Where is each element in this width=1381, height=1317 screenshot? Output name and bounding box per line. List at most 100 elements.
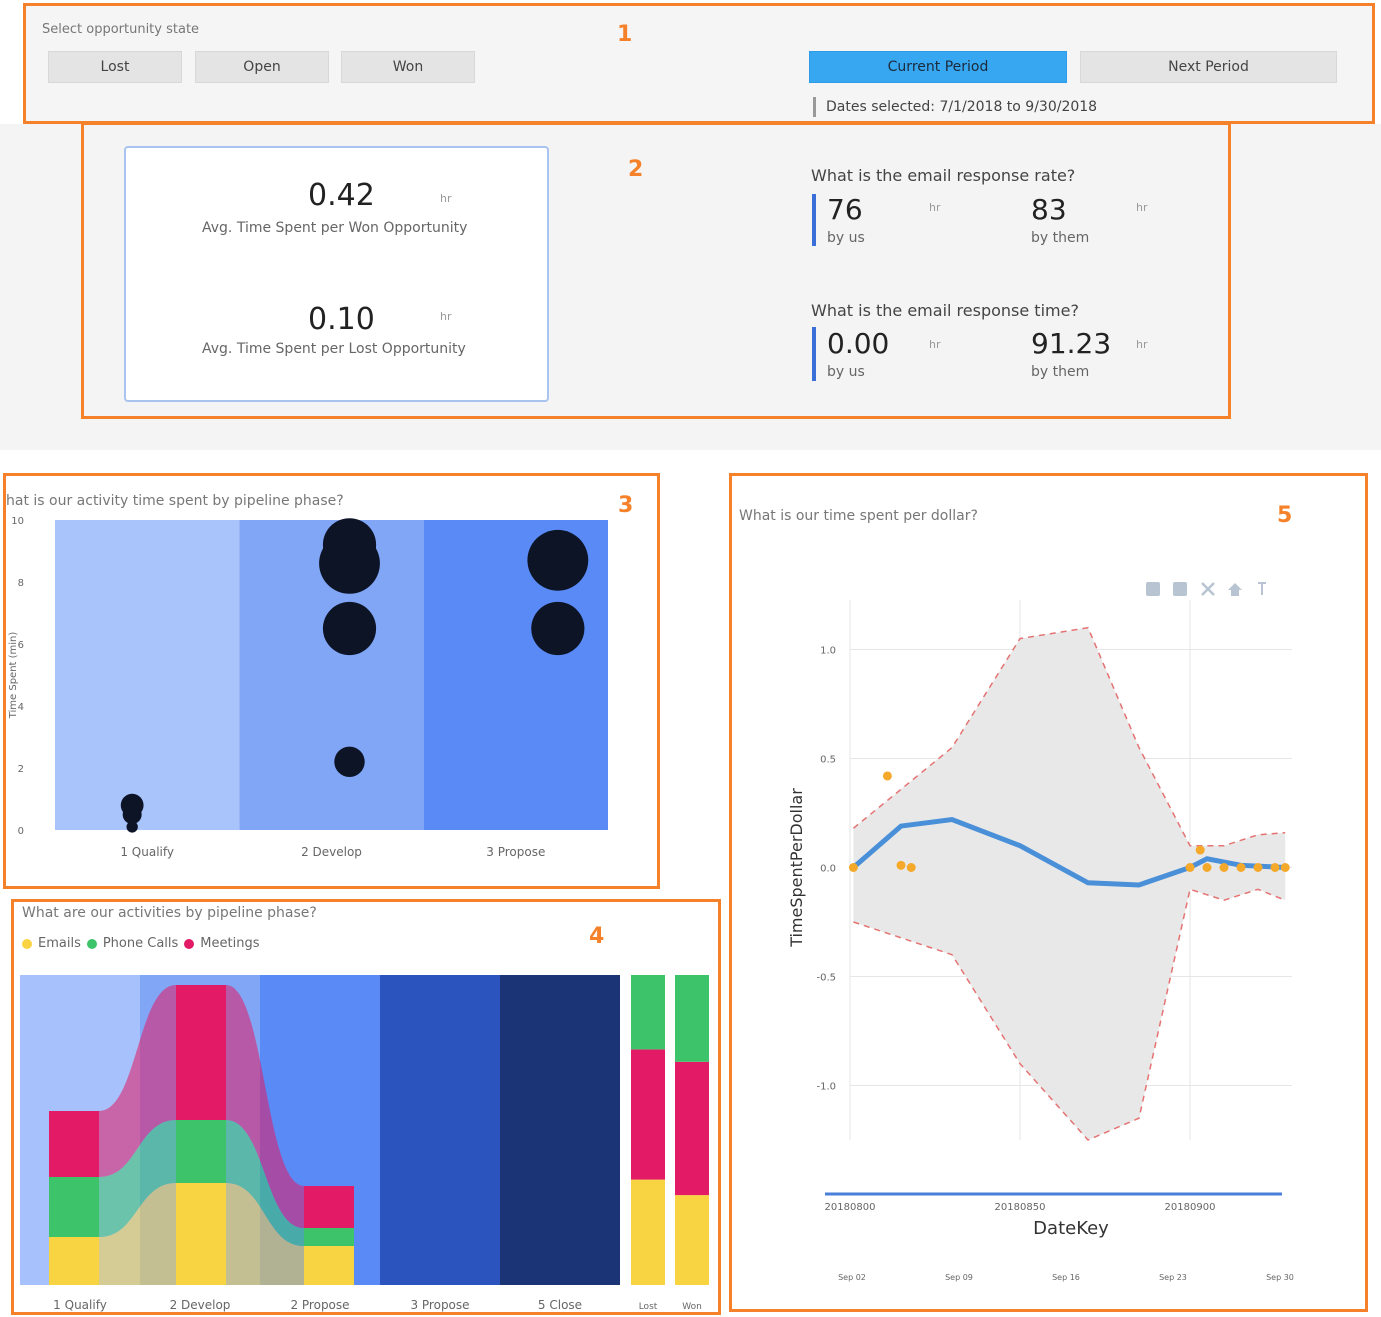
y-tick-label: 1.0	[820, 646, 836, 657]
response-time-them-unit: hr	[1136, 338, 1148, 351]
outcome-bar-segment	[631, 975, 665, 1050]
response-time-them-value: 91.23	[1031, 327, 1112, 360]
phase-label: 1 Qualify	[53, 1298, 107, 1312]
legend-meetings-label: Meetings	[200, 936, 260, 951]
x-tick-label: 20180850	[995, 1202, 1046, 1213]
response-rate-bar	[812, 194, 816, 246]
legend-emails-swatch	[22, 938, 32, 949]
range-slider-tick: Sep 16	[1052, 1273, 1080, 1282]
data-point	[1270, 863, 1280, 872]
data-point	[896, 860, 906, 870]
callout-label-5: 5	[1277, 503, 1293, 528]
response-rate-them-label: by them	[1031, 230, 1090, 246]
response-rate-us-label: by us	[827, 230, 865, 246]
callout-label-4: 4	[589, 924, 605, 949]
data-point	[1195, 845, 1205, 855]
activity-bar-segment	[176, 1120, 226, 1183]
activity-bar-segment	[49, 1237, 99, 1285]
dates-selected-text: Dates selected: 7/1/2018 to 9/30/2018	[826, 99, 1098, 115]
y-tick-label: -1.0	[816, 1082, 836, 1093]
response-time-us-label: by us	[827, 364, 865, 380]
lost-kpi-label: Avg. Time Spent per Lost Opportunity	[202, 341, 466, 357]
data-point	[1236, 863, 1246, 872]
activity-time-chart: 1 Qualify 2 Develop 3 Propose0246810Time S…	[8, 516, 608, 859]
outcome-bar-segment	[631, 1049, 665, 1180]
callout-label-2: 2	[628, 157, 644, 182]
won-kpi-label: Avg. Time Spent per Won Opportunity	[202, 220, 468, 236]
state-button-won[interactable]: Won	[341, 51, 475, 83]
response-time-us-unit: hr	[929, 338, 941, 351]
legend-meetings-swatch	[184, 938, 195, 949]
response-time-question: What is the email response time?	[811, 301, 1079, 320]
data-point	[1253, 863, 1263, 872]
response-time-them-label: by them	[1031, 364, 1090, 380]
y-axis-label: Time Spent (min)	[8, 632, 19, 720]
activity-bar-segment	[49, 1111, 99, 1177]
activity-bar-segment	[176, 1183, 226, 1285]
state-button-open[interactable]: Open	[195, 51, 329, 83]
confidence-band	[853, 627, 1286, 1140]
phase-column	[500, 975, 620, 1285]
activity-bar-segment	[304, 1186, 354, 1228]
outcome-bar-segment	[675, 975, 709, 1062]
phase-band	[55, 520, 240, 830]
current-period-button[interactable]: Current Period	[809, 51, 1067, 83]
outcome-label: Won	[682, 1302, 702, 1312]
response-rate-them-value: 83	[1031, 193, 1067, 226]
range-slider-tick: Sep 23	[1159, 1273, 1187, 1282]
phase-label: 5 Close	[538, 1298, 582, 1312]
zoom-in-icon	[1146, 582, 1160, 596]
bubble-point	[322, 601, 377, 656]
bubble-point	[322, 518, 377, 572]
activities-chart-title: What are our activities by pipeline phas…	[22, 905, 317, 921]
outcome-bar-segment	[631, 1179, 665, 1285]
data-point	[1202, 863, 1212, 872]
response-rate-us-unit: hr	[929, 201, 941, 214]
activity-time-chart-title: hat is our activity time spent by pipeli…	[6, 493, 344, 509]
x-tick-label: 1 Qualify	[120, 845, 174, 859]
autoscale-icon	[1201, 582, 1215, 596]
phase-label: 3 Propose	[410, 1298, 469, 1312]
activities-legend: Emails Phone Calls Meetings	[22, 936, 259, 951]
phase-label: 2 Propose	[290, 1298, 349, 1312]
data-point	[848, 863, 858, 872]
bubble-point	[334, 746, 365, 777]
x-tick-label: 2 Develop	[301, 845, 362, 859]
outcome-bar-segment	[675, 1195, 709, 1285]
state-button-lost[interactable]: Lost	[48, 51, 182, 83]
callout-label-1: 1	[617, 22, 633, 47]
zoom-out-icon	[1173, 582, 1187, 596]
range-slider-tick: Sep 02	[838, 1273, 866, 1282]
data-point	[1185, 863, 1195, 872]
home-icon	[1228, 583, 1242, 596]
won-kpi-value: 0.42	[308, 178, 375, 213]
time-per-dollar-title: What is our time spent per dollar?	[739, 508, 978, 524]
y-tick-label: 8	[18, 578, 24, 589]
y-tick-label: 10	[11, 516, 24, 527]
activities-chart: 1 Qualify 2 Develop 2 Propose 3 Propose 5 Cl…	[20, 975, 709, 1312]
x-axis-label: DateKey	[1033, 1218, 1109, 1239]
legend-phone-calls-swatch	[86, 938, 97, 949]
y-tick-label: 0.5	[820, 755, 836, 766]
data-point	[882, 771, 892, 781]
range-slider-tick: Sep 30	[1266, 1273, 1294, 1282]
response-rate-question: What is the email response rate?	[811, 166, 1076, 185]
y-tick-label: -0.5	[816, 973, 836, 984]
response-rate-them-unit: hr	[1136, 201, 1148, 214]
y-axis-label: TimeSpentPerDollar	[787, 788, 806, 948]
bubble-point	[531, 601, 585, 656]
bubble-point	[527, 529, 589, 591]
won-kpi-unit: hr	[440, 192, 452, 205]
x-tick-label: 20180800	[825, 1202, 876, 1213]
legend-phone-calls-label: Phone Calls	[102, 936, 179, 951]
response-time-bar	[812, 327, 816, 381]
logo-icon	[1258, 582, 1266, 595]
lost-kpi-unit: hr	[440, 310, 452, 323]
bubble-point	[120, 793, 144, 817]
opportunity-state-label: Select opportunity state	[42, 22, 200, 37]
next-period-button[interactable]: Next Period	[1080, 51, 1337, 83]
phase-column	[380, 975, 500, 1285]
response-time-us-value: 0.00	[827, 327, 890, 360]
response-rate-us-value: 76	[827, 193, 863, 226]
activity-bar-segment	[49, 1177, 99, 1237]
